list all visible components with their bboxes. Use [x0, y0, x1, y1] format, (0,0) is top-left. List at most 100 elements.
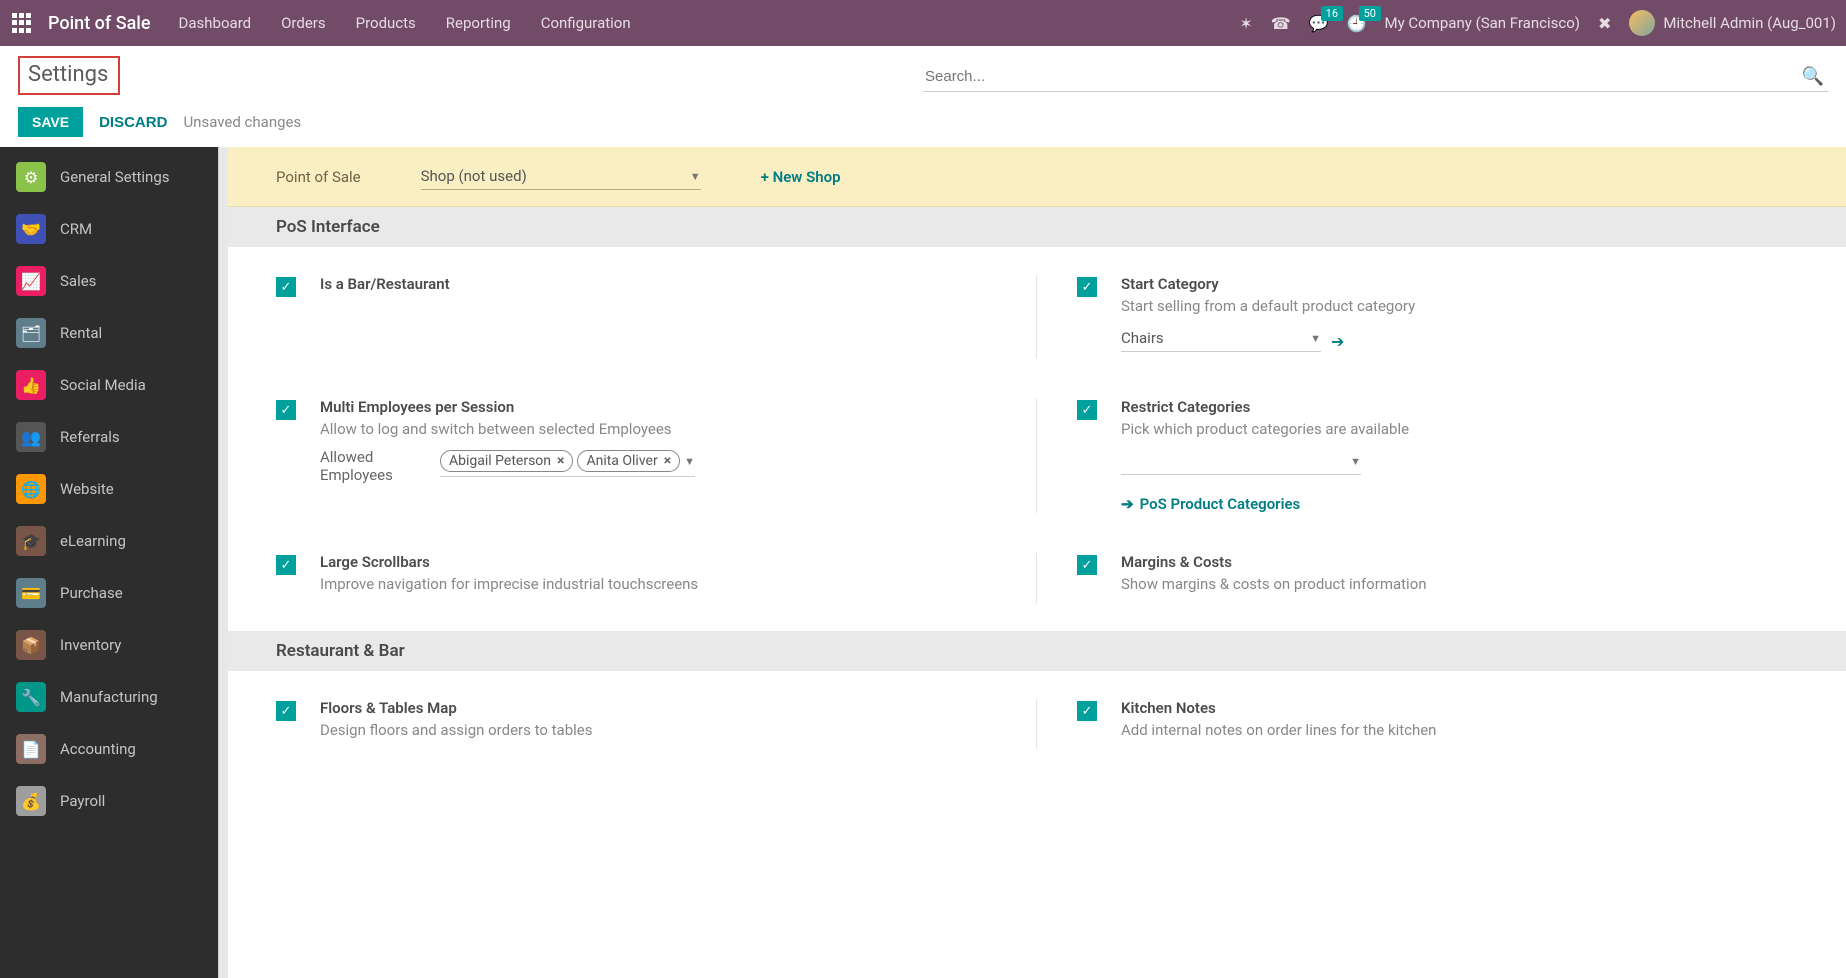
- save-button[interactable]: SAVE: [18, 107, 83, 137]
- section-pos-interface: PoS Interface: [228, 207, 1846, 247]
- remove-tag-icon[interactable]: ×: [557, 453, 564, 469]
- menu-orders[interactable]: Orders: [281, 14, 326, 32]
- wrench-icon: 🔧: [16, 682, 46, 712]
- people-icon: 👥: [16, 422, 46, 452]
- pos-shop-select[interactable]: Shop (not used) ▼: [421, 163, 701, 190]
- start-category-select[interactable]: Chairs ▼: [1121, 325, 1321, 352]
- sidebar-item-manufacturing[interactable]: 🔧Manufacturing: [0, 671, 218, 723]
- restrict-categories-select[interactable]: ▼: [1121, 448, 1361, 475]
- start-category-value: Chairs: [1121, 329, 1164, 347]
- setting-margins-costs: ✓ Margins & Costs Show margins & costs o…: [1037, 553, 1798, 603]
- sidebar-item-label: Rental: [60, 324, 102, 342]
- setting-title: Restrict Categories: [1121, 398, 1798, 416]
- activities-icon[interactable]: 🕘50: [1347, 14, 1367, 33]
- setting-title: Multi Employees per Session: [320, 398, 996, 416]
- sidebar-item-general[interactable]: ⚙ General Settings: [0, 151, 218, 203]
- search-box[interactable]: 🔍: [923, 62, 1828, 92]
- pos-label: Point of Sale: [276, 168, 361, 186]
- sidebar-item-crm[interactable]: 🤝CRM: [0, 203, 218, 255]
- sidebar-item-label: Referrals: [60, 428, 120, 446]
- new-shop-link[interactable]: + New Shop: [761, 168, 841, 186]
- setting-desc: Allow to log and switch between selected…: [320, 420, 996, 438]
- menu-reporting[interactable]: Reporting: [446, 14, 511, 32]
- sidebar-item-label: Website: [60, 480, 114, 498]
- sidebar-item-social[interactable]: 👍Social Media: [0, 359, 218, 411]
- setting-start-category: ✓ Start Category Start selling from a de…: [1037, 275, 1798, 358]
- messages-icon[interactable]: 💬16: [1309, 14, 1329, 33]
- allowed-employees-input[interactable]: Abigail Peterson× Anita Oliver× ▼: [440, 448, 695, 477]
- checkbox-multi-employees[interactable]: ✓: [276, 400, 296, 420]
- app-brand[interactable]: Point of Sale: [48, 13, 151, 34]
- discard-button[interactable]: DISCARD: [95, 108, 171, 137]
- company-selector[interactable]: My Company (San Francisco): [1385, 14, 1580, 32]
- sidebar-item-purchase[interactable]: 💳Purchase: [0, 567, 218, 619]
- bug-icon[interactable]: ✶: [1239, 14, 1252, 33]
- setting-title: Is a Bar/Restaurant: [320, 275, 996, 293]
- gear-icon: ⚙: [16, 162, 46, 192]
- sidebar-item-website[interactable]: 🌐 Website: [0, 463, 218, 515]
- chevron-down-icon: ▼: [690, 170, 701, 183]
- setting-desc: Pick which product categories are availa…: [1121, 420, 1798, 438]
- search-input[interactable]: [923, 62, 1798, 91]
- checkbox-margins-costs[interactable]: ✓: [1077, 555, 1097, 575]
- setting-title: Margins & Costs: [1121, 553, 1798, 571]
- user-menu[interactable]: Mitchell Admin (Aug_001): [1629, 10, 1836, 36]
- top-menu: Dashboard Orders Products Reporting Conf…: [179, 14, 631, 32]
- checkbox-floors-tables[interactable]: ✓: [276, 701, 296, 721]
- settings-sidebar: ⚙ General Settings 🤝CRM 📈Sales 🗂Rental 👍S…: [0, 147, 218, 978]
- support-icon[interactable]: ☎: [1271, 14, 1291, 33]
- checkbox-large-scrollbars[interactable]: ✓: [276, 555, 296, 575]
- sidebar-item-label: eLearning: [60, 532, 126, 550]
- sidebar-item-referrals[interactable]: 👥 Referrals: [0, 411, 218, 463]
- tools-icon[interactable]: ✖: [1598, 14, 1611, 33]
- graduation-icon: 🎓: [16, 526, 46, 556]
- setting-desc: Improve navigation for imprecise industr…: [320, 575, 996, 593]
- menu-config[interactable]: Configuration: [541, 14, 631, 32]
- pos-categories-link[interactable]: ➔ PoS Product Categories: [1121, 495, 1300, 513]
- external-link-icon[interactable]: ➔: [1331, 332, 1344, 351]
- control-panel: Settings SAVE DISCARD Unsaved changes 🔍: [0, 46, 1846, 147]
- globe-icon: 🌐: [16, 474, 46, 504]
- chevron-down-icon: ▼: [1350, 455, 1361, 468]
- sidebar-item-label: Accounting: [60, 740, 136, 758]
- page-title: Settings: [18, 56, 120, 95]
- checkbox-kitchen-notes[interactable]: ✓: [1077, 701, 1097, 721]
- messages-badge: 16: [1321, 6, 1343, 21]
- menu-products[interactable]: Products: [356, 14, 416, 32]
- package-icon: 📦: [16, 630, 46, 660]
- setting-title: Floors & Tables Map: [320, 699, 996, 717]
- setting-bar-restaurant: ✓ Is a Bar/Restaurant: [276, 275, 1037, 358]
- checkbox-start-category[interactable]: ✓: [1077, 277, 1097, 297]
- sidebar-scrollbar[interactable]: [218, 147, 228, 978]
- menu-dashboard[interactable]: Dashboard: [179, 14, 252, 32]
- search-icon[interactable]: 🔍: [1798, 66, 1828, 87]
- apps-icon[interactable]: [10, 11, 34, 35]
- setting-desc: Add internal notes on order lines for th…: [1121, 721, 1798, 739]
- pos-selector-bar: Point of Sale Shop (not used) ▼ + New Sh…: [228, 147, 1846, 207]
- employee-tag: Anita Oliver×: [577, 450, 680, 472]
- allowed-employees-label: Allowed Employees: [320, 448, 420, 484]
- checkbox-restrict-categories[interactable]: ✓: [1077, 400, 1097, 420]
- chevron-down-icon[interactable]: ▼: [684, 455, 695, 468]
- setting-floors-tables: ✓ Floors & Tables Map Design floors and …: [276, 699, 1037, 749]
- setting-multi-employees: ✓ Multi Employees per Session Allow to l…: [276, 398, 1037, 513]
- setting-large-scrollbars: ✓ Large Scrollbars Improve navigation fo…: [276, 553, 1037, 603]
- arrow-right-icon: ➔: [1121, 495, 1134, 513]
- money-icon: 💰: [16, 786, 46, 816]
- unsaved-status: Unsaved changes: [183, 113, 301, 131]
- sidebar-item-elearning[interactable]: 🎓 eLearning: [0, 515, 218, 567]
- sidebar-item-inventory[interactable]: 📦Inventory: [0, 619, 218, 671]
- sidebar-item-payroll[interactable]: 💰Payroll: [0, 775, 218, 827]
- sidebar-item-rental[interactable]: 🗂Rental: [0, 307, 218, 359]
- section-restaurant-bar: Restaurant & Bar: [228, 631, 1846, 671]
- checkbox-bar[interactable]: ✓: [276, 277, 296, 297]
- setting-restrict-categories: ✓ Restrict Categories Pick which product…: [1037, 398, 1798, 513]
- handshake-icon: 🤝: [16, 214, 46, 244]
- remove-tag-icon[interactable]: ×: [664, 453, 671, 469]
- sidebar-item-label: General Settings: [60, 168, 170, 186]
- sidebar-item-accounting[interactable]: 📄Accounting: [0, 723, 218, 775]
- pos-shop-value: Shop (not used): [421, 167, 527, 185]
- sidebar-item-label: Social Media: [60, 376, 146, 394]
- setting-desc: Show margins & costs on product informat…: [1121, 575, 1798, 593]
- sidebar-item-sales[interactable]: 📈Sales: [0, 255, 218, 307]
